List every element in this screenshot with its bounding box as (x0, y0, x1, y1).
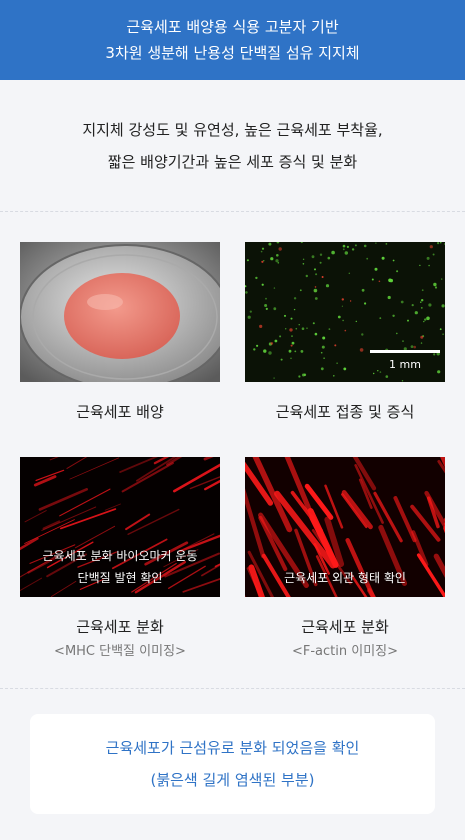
summary-line1: 지지체 강성도 및 유연성, 높은 근육세포 부착율, (82, 120, 383, 139)
overlay-line1: 근육세포 외관 형태 확인 (284, 571, 406, 585)
panel-subtitle: <F-actin 이미징> (291, 644, 399, 659)
overlay-line2: 단백질 발현 확인 (77, 571, 163, 585)
panel-title: 근육세포 접종 및 증식 (275, 403, 415, 421)
summary-text: 지지체 강성도 및 유연성, 높은 근육세포 부착율, 짧은 배양기간과 높은 … (0, 80, 465, 212)
image-overlay-text: 근육세포 분화 바이오마커 운동 단백질 발현 확인 (20, 545, 220, 589)
panel-subtitle: <MHC 단백질 이미징> (54, 644, 186, 659)
scale-bar (370, 350, 440, 353)
factin-micrograph: 근육세포 외관 형태 확인 (245, 457, 445, 597)
header-title-line1: 근육세포 배양용 식용 고분자 기반 (126, 18, 339, 36)
image-grid: 근육세포 배양 1 mm 근육세포 접종 및 증식 근육세포 분화 바이오마커 … (0, 212, 465, 689)
panel-culture: 근육세포 배양 (20, 242, 220, 422)
panel-seeding: 1 mm 근육세포 접종 및 증식 (245, 242, 445, 422)
panel-factin: 근육세포 외관 형태 확인 근육세포 분화 <F-actin 이미징> (245, 457, 445, 661)
panel-title: 근육세포 분화 (76, 618, 164, 636)
petri-dish-photo (20, 242, 220, 382)
image-overlay-text: 근육세포 외관 형태 확인 (245, 567, 445, 589)
panel-mhc: 근육세포 분화 바이오마커 운동 단백질 발현 확인 근육세포 분화 <MHC … (20, 457, 220, 661)
header-banner: 근육세포 배양용 식용 고분자 기반 3차원 생분해 난용성 단백질 섬유 지지… (0, 0, 465, 80)
fluorescence-micrograph: 1 mm (245, 242, 445, 382)
panel-title: 근육세포 분화 (301, 618, 389, 636)
result-note: 근육세포가 근섬유로 분화 되었음을 확인 (붉은색 길게 염색된 부분) (30, 714, 435, 814)
mhc-micrograph: 근육세포 분화 바이오마커 운동 단백질 발현 확인 (20, 457, 220, 597)
note-line1: 근육세포가 근섬유로 분화 되었음을 확인 (105, 739, 360, 757)
panel-title: 근육세포 배양 (76, 403, 164, 421)
scale-label: 1 mm (389, 358, 421, 371)
header-title-line2: 3차원 생분해 난용성 단백질 섬유 지지체 (105, 44, 360, 62)
overlay-line1: 근육세포 분화 바이오마커 운동 (42, 549, 198, 563)
note-line2: (붉은색 길게 염색된 부분) (150, 771, 315, 789)
summary-line2: 짧은 배양기간과 높은 세포 증식 및 분화 (107, 152, 358, 171)
